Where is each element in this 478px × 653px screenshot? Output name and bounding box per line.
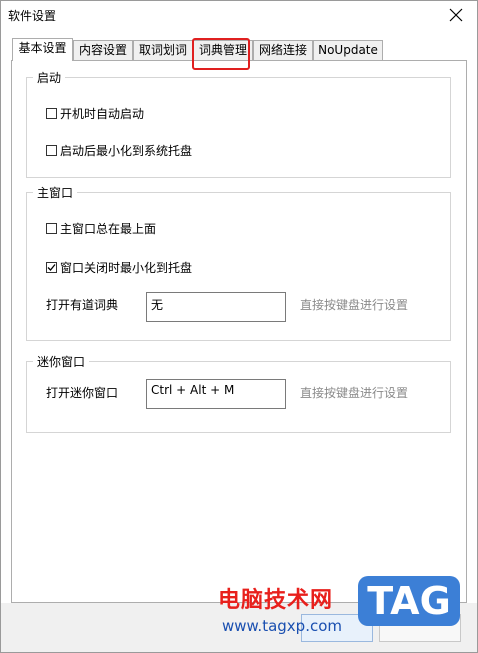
group-main-window: 主窗口 主窗口总在最上面 窗口关闭时最小化到托盘 打开有道词典 无 直接按键盘进… [26, 184, 451, 341]
group-mini-window: 迷你窗口 打开迷你窗口 Ctrl + Alt + M 直接按键盘进行设置 [26, 353, 451, 433]
close-icon [449, 8, 463, 22]
hotkey-open-dict-hint: 直接按键盘进行设置 [300, 298, 409, 312]
checkbox-auto-start[interactable]: 开机时自动启动 [46, 105, 144, 122]
tab-content-settings[interactable]: 内容设置 [73, 40, 133, 60]
tab-network[interactable]: 网络连接 [253, 40, 313, 60]
tab-basic-settings[interactable]: 基本设置 [12, 38, 73, 61]
tab-noupdate[interactable]: NoUpdate [313, 40, 383, 60]
group-startup-title: 启动 [33, 69, 66, 86]
basic-settings-panel: 启动 开机时自动启动 启动后最小化到系统托盘 主窗口 主窗口总在最上面 窗口关闭… [11, 60, 467, 603]
checkbox-box[interactable] [46, 145, 57, 156]
checkbox-minimize-on-close[interactable]: 窗口关闭时最小化到托盘 [46, 259, 192, 276]
tab-word-capture[interactable]: 取词划词 [133, 40, 193, 60]
checkbox-box[interactable] [46, 108, 57, 119]
checkbox-minimize-on-start-label: 启动后最小化到系统托盘 [60, 144, 193, 158]
checkbox-minimize-on-close-label: 窗口关闭时最小化到托盘 [60, 261, 193, 275]
window-title: 软件设置 [8, 9, 57, 23]
checkbox-minimize-on-start[interactable]: 启动后最小化到系统托盘 [46, 142, 192, 159]
checkbox-always-on-top[interactable]: 主窗口总在最上面 [46, 220, 156, 237]
hotkey-open-mini-input[interactable]: Ctrl + Alt + M [146, 379, 286, 409]
checkbox-box[interactable] [46, 223, 57, 234]
hotkey-open-mini-hint: 直接按键盘进行设置 [300, 386, 409, 400]
title-bar: 软件设置 [1, 1, 477, 31]
group-main-window-title: 主窗口 [33, 184, 78, 201]
settings-dialog: 软件设置 基本设置 内容设置 取词划词 词典管理 网络连接 NoUpdate 启… [0, 0, 478, 653]
close-button[interactable] [443, 3, 469, 27]
group-mini-window-title: 迷你窗口 [33, 353, 90, 370]
hotkey-open-dict-input[interactable]: 无 [146, 292, 286, 322]
group-startup: 启动 开机时自动启动 启动后最小化到系统托盘 [26, 69, 451, 178]
tab-highlight-box [192, 38, 250, 70]
checkbox-box-checked[interactable] [46, 262, 57, 273]
watermark-site-name: 电脑技术网 [218, 588, 334, 613]
checkbox-auto-start-label: 开机时自动启动 [60, 107, 145, 121]
hotkey-open-mini-label: 打开迷你窗口 [46, 386, 119, 400]
checkmark-icon [47, 264, 56, 271]
watermark-url: www.tagxp.com [222, 617, 342, 635]
hotkey-open-dict-label: 打开有道词典 [46, 298, 119, 312]
watermark-logo: TAG [358, 576, 460, 626]
checkbox-always-on-top-label: 主窗口总在最上面 [60, 222, 157, 236]
